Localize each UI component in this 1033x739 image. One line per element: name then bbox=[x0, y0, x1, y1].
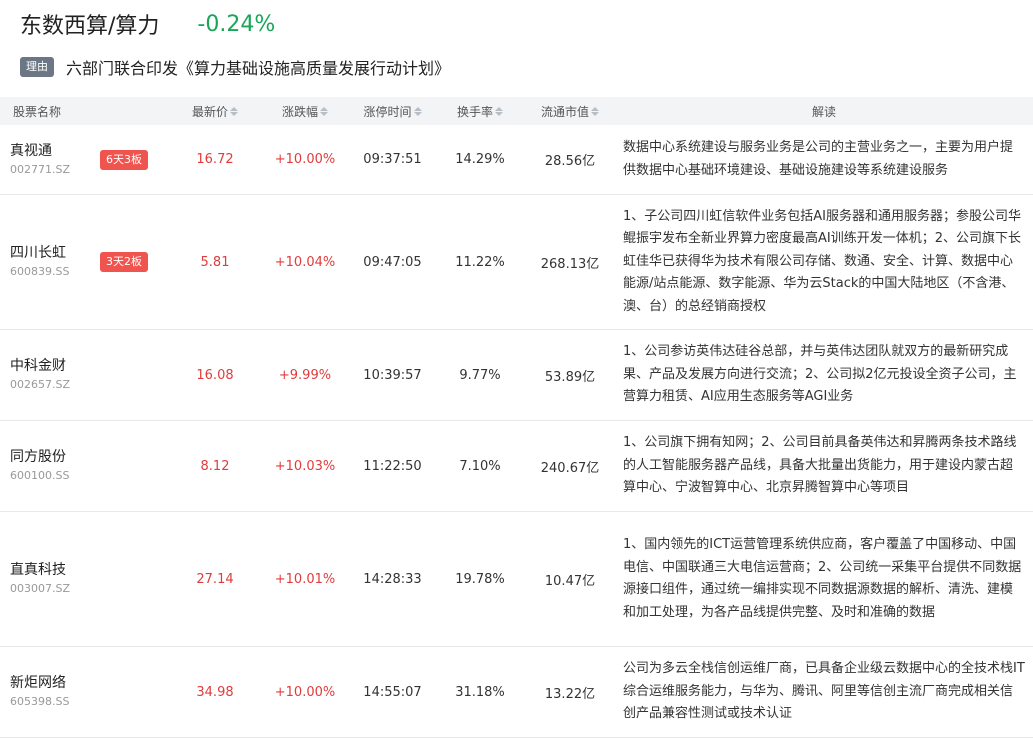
stock-name[interactable]: 新炬网络 bbox=[10, 673, 100, 693]
price: 8.12 bbox=[200, 458, 230, 474]
sector-change: -0.24% bbox=[197, 11, 276, 37]
stock-code: 605398.SS bbox=[10, 695, 70, 708]
pct-change: +10.01% bbox=[274, 571, 336, 587]
col-cap-sort[interactable]: 流通市值 bbox=[525, 103, 615, 120]
col-turnover-sort[interactable]: 换手率 bbox=[435, 103, 525, 120]
stock-cell[interactable]: 中科金财 002657.SZ bbox=[0, 356, 100, 394]
stock-name[interactable]: 四川长虹 bbox=[10, 243, 100, 263]
price: 5.81 bbox=[200, 254, 230, 270]
page-title: 东数西算/算力 bbox=[20, 14, 160, 39]
turnover: 14.29% bbox=[455, 152, 505, 167]
price: 16.08 bbox=[196, 367, 234, 383]
market-cap: 13.22亿 bbox=[544, 686, 596, 702]
table-row[interactable]: 四川长虹 600839.SS 3天2板 5.81 +10.04% 09:47:0… bbox=[0, 195, 1033, 330]
limit-time: 10:39:57 bbox=[363, 367, 422, 383]
col-turnover-label: 换手率 bbox=[456, 104, 493, 119]
pct-change: +10.00% bbox=[274, 684, 336, 700]
col-pct-label: 涨跌幅 bbox=[281, 104, 318, 119]
stock-cell[interactable]: 新炬网络 605398.SS bbox=[0, 673, 100, 711]
market-cap: 10.47亿 bbox=[544, 573, 596, 589]
col-pct-sort[interactable]: 涨跌幅 bbox=[260, 103, 350, 120]
price: 27.14 bbox=[196, 571, 234, 587]
col-name: 股票名称 bbox=[13, 104, 62, 119]
description: 公司为多云全栈信创运维厂商，已具备企业级云数据中心的全技术栈IT综合运维服务能力… bbox=[623, 661, 1025, 722]
stock-code: 002771.SZ bbox=[10, 162, 71, 176]
limit-time: 09:37:51 bbox=[363, 152, 422, 167]
col-time-label: 涨停时间 bbox=[363, 104, 412, 119]
table-row[interactable]: 直真科技 003007.SZ 27.14 +10.01% 14:28:33 19… bbox=[0, 512, 1033, 647]
stock-code: 002657.SZ bbox=[10, 378, 71, 391]
limit-up-badge: 6天3板 bbox=[100, 149, 148, 170]
limit-time: 14:55:07 bbox=[363, 684, 422, 700]
description: 1、子公司四川虹信软件业务包括AI服务器和通用服务器；参股公司华鲲振宇发布全新业… bbox=[623, 208, 1021, 314]
table-header: 股票名称 最新价 涨跌幅 涨停时间 换手率 流通市值 解读 bbox=[0, 97, 1033, 125]
limit-time: 09:47:05 bbox=[363, 254, 422, 270]
market-cap: 53.89亿 bbox=[544, 369, 596, 385]
sort-icon[interactable] bbox=[230, 106, 238, 116]
badge-cell: 3天2板 bbox=[100, 252, 170, 272]
col-cap-label: 流通市值 bbox=[540, 104, 589, 119]
col-desc: 解读 bbox=[811, 104, 836, 119]
col-time-sort[interactable]: 涨停时间 bbox=[350, 103, 435, 120]
table-row[interactable]: 新炬网络 605398.SS 34.98 +10.00% 14:55:07 31… bbox=[0, 647, 1033, 738]
table-row[interactable]: 中科金财 002657.SZ 16.08 +9.99% 10:39:57 9.7… bbox=[0, 330, 1033, 421]
stock-code: 600100.SS bbox=[10, 469, 70, 482]
description: 1、国内领先的ICT运营管理系统供应商，客户覆盖了中国移动、中国电信、中国联通三… bbox=[623, 537, 1022, 620]
stock-code: 600839.SS bbox=[10, 265, 70, 278]
table-row[interactable]: 同方股份 600100.SS 8.12 +10.03% 11:22:50 7.1… bbox=[0, 421, 1033, 512]
reason-tag: 理由 bbox=[20, 57, 54, 77]
badge-cell: 6天3板 bbox=[100, 149, 170, 170]
stock-name[interactable]: 同方股份 bbox=[10, 447, 100, 467]
reason-text: 六部门联合印发《算力基础设施高质量发展行动计划》 bbox=[66, 59, 451, 78]
turnover: 7.10% bbox=[459, 458, 501, 474]
sort-icon[interactable] bbox=[591, 106, 599, 116]
stock-name[interactable]: 真视通 bbox=[10, 141, 100, 161]
description: 1、公司旗下拥有知网；2、公司目前具备英伟达和昇腾两条技术路线的人工智能服务器产… bbox=[623, 435, 1017, 496]
pct-change: +10.00% bbox=[274, 152, 336, 167]
turnover: 19.78% bbox=[455, 571, 505, 587]
pct-change: +9.99% bbox=[278, 367, 332, 383]
price: 34.98 bbox=[196, 684, 234, 700]
header: 东数西算/算力 -0.24% bbox=[20, 8, 275, 40]
stock-code: 003007.SZ bbox=[10, 582, 71, 595]
market-cap: 28.56亿 bbox=[544, 154, 596, 169]
turnover: 31.18% bbox=[455, 684, 505, 700]
limit-time: 11:22:50 bbox=[363, 458, 422, 474]
price: 16.72 bbox=[196, 152, 234, 167]
sort-icon[interactable] bbox=[413, 106, 422, 116]
reason-bar: 理由 六部门联合印发《算力基础设施高质量发展行动计划》 bbox=[20, 55, 450, 79]
stock-cell[interactable]: 直真科技 003007.SZ bbox=[0, 560, 100, 598]
market-cap: 240.67亿 bbox=[540, 460, 600, 476]
stock-cell[interactable]: 四川长虹 600839.SS bbox=[0, 243, 100, 281]
col-price-label: 最新价 bbox=[191, 104, 228, 119]
sort-icon[interactable] bbox=[495, 106, 503, 116]
stock-name[interactable]: 中科金财 bbox=[10, 356, 100, 376]
col-price-sort[interactable]: 最新价 bbox=[170, 103, 260, 120]
limit-up-badge: 3天2板 bbox=[100, 252, 148, 272]
pct-change: +10.03% bbox=[274, 458, 336, 474]
table-row[interactable]: 真视通 002771.SZ 6天3板 16.72 +10.00% 09:37:5… bbox=[0, 125, 1033, 195]
turnover: 11.22% bbox=[455, 254, 505, 270]
sort-icon[interactable] bbox=[320, 106, 328, 116]
turnover: 9.77% bbox=[459, 367, 501, 383]
stock-table: 股票名称 最新价 涨跌幅 涨停时间 换手率 流通市值 解读 真视通 002771… bbox=[0, 97, 1033, 738]
stock-cell[interactable]: 同方股份 600100.SS bbox=[0, 447, 100, 485]
limit-time: 14:28:33 bbox=[363, 571, 422, 587]
stock-name[interactable]: 直真科技 bbox=[10, 560, 100, 580]
description: 1、公司参访英伟达硅谷总部，并与英伟达团队就双方的最新研究成果、产品及发展方向进… bbox=[623, 344, 1017, 405]
stock-cell[interactable]: 真视通 002771.SZ bbox=[0, 141, 100, 179]
description: 数据中心系统建设与服务业务是公司的主营业务之一，主要为用户提供数据中心基础环境建… bbox=[623, 140, 1014, 178]
pct-change: +10.04% bbox=[274, 254, 336, 270]
market-cap: 268.13亿 bbox=[540, 256, 600, 272]
